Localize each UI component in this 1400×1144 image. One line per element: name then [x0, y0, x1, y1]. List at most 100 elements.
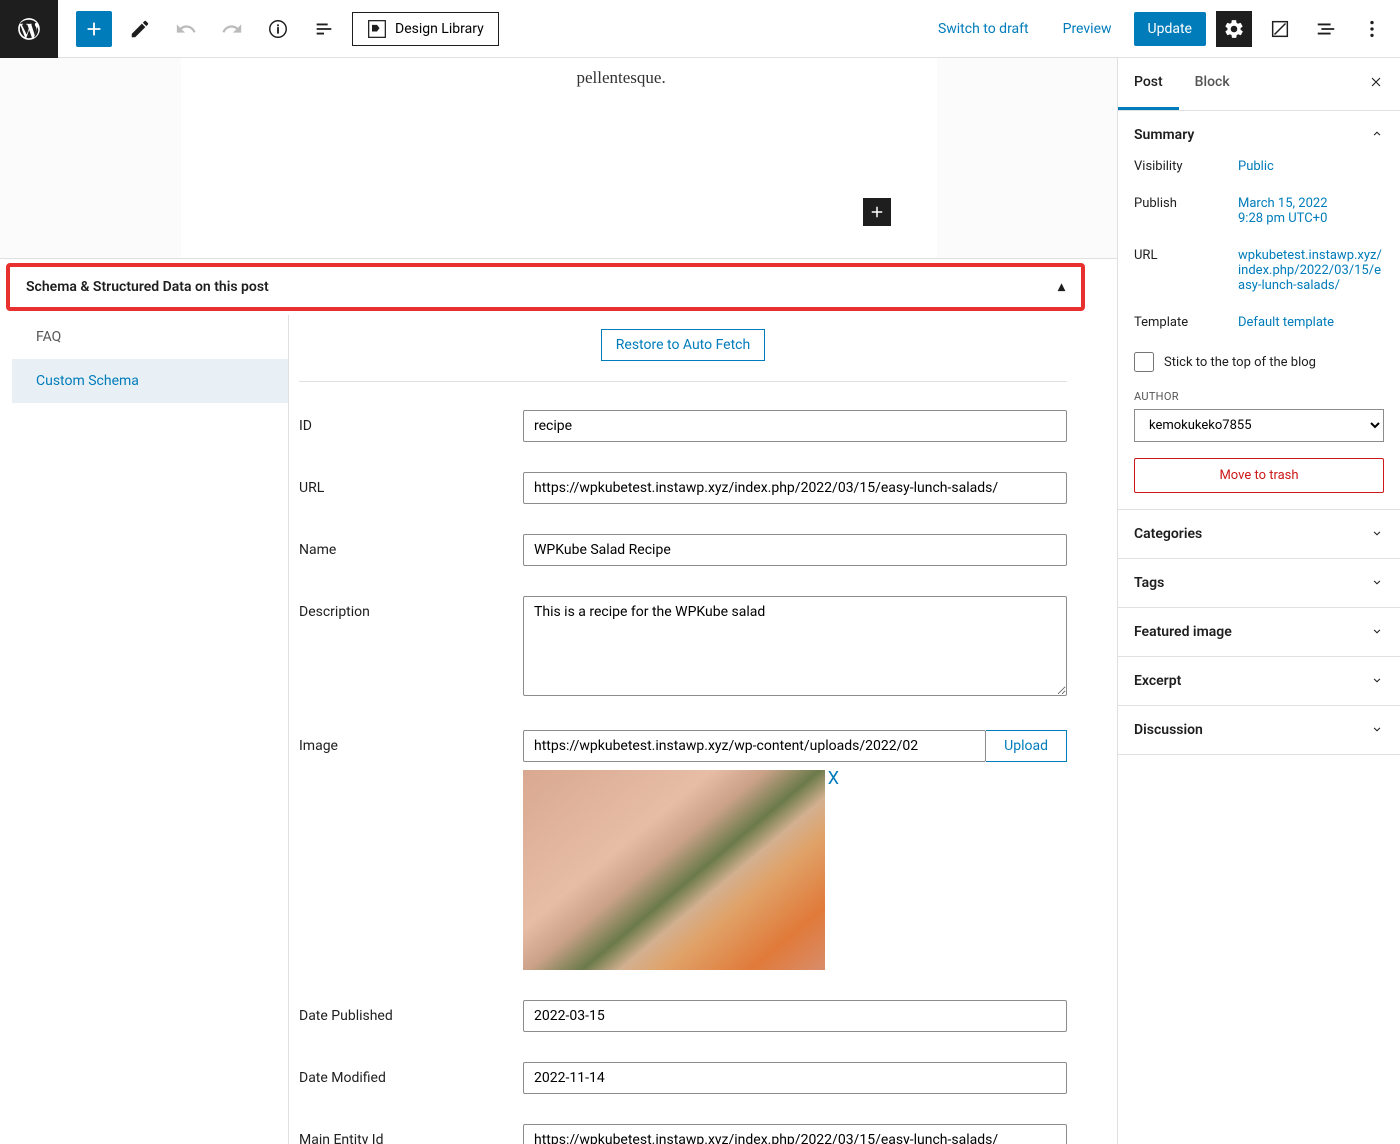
chevron-down-icon: [1370, 722, 1384, 736]
move-to-trash-button[interactable]: Move to trash: [1134, 458, 1384, 493]
url-label: URL: [299, 472, 523, 496]
image-label: Image: [299, 730, 523, 754]
date-published-input[interactable]: [523, 1000, 1067, 1032]
categories-panel[interactable]: Categories: [1118, 510, 1400, 558]
id-label: ID: [299, 410, 523, 434]
add-block-button[interactable]: [76, 11, 112, 47]
sp-button[interactable]: [1308, 11, 1344, 47]
more-menu-button[interactable]: [1354, 11, 1390, 47]
date-modified-label: Date Modified: [299, 1062, 523, 1086]
close-sidebar-button[interactable]: [1352, 58, 1400, 110]
plus-icon: [868, 203, 886, 221]
edit-button[interactable]: [122, 11, 158, 47]
entity-label: Main Entity Id: [299, 1124, 523, 1144]
undo-button[interactable]: [168, 11, 204, 47]
gear-icon: [1223, 18, 1245, 40]
append-block-button[interactable]: [863, 198, 891, 226]
chevron-up-icon: [1370, 127, 1384, 141]
jetpack-button[interactable]: [1262, 11, 1298, 47]
schema-title: Schema & Structured Data on this post: [26, 279, 269, 295]
image-preview: X: [523, 770, 825, 970]
library-icon: [367, 19, 387, 39]
toolbar-left: Design Library: [10, 0, 499, 58]
tab-post[interactable]: Post: [1118, 58, 1179, 110]
description-textarea[interactable]: [523, 596, 1067, 696]
image-input[interactable]: [523, 730, 986, 762]
chevron-down-icon: [1370, 575, 1384, 589]
summary-panel: Summary VisibilityPublic PublishMarch 15…: [1118, 111, 1400, 510]
upload-button[interactable]: Upload: [986, 730, 1067, 762]
schema-metabox: Schema & Structured Data on this post ▴ …: [0, 258, 1117, 1144]
summary-header[interactable]: Summary: [1118, 111, 1400, 159]
entity-input[interactable]: [523, 1124, 1067, 1144]
wordpress-icon: [16, 16, 42, 42]
content-preview: pellentesque.: [181, 58, 937, 258]
settings-toggle[interactable]: [1216, 11, 1252, 47]
wordpress-logo[interactable]: [0, 0, 58, 58]
restore-button[interactable]: Restore to Auto Fetch: [601, 329, 765, 361]
author-select[interactable]: kemokukeko7855: [1134, 409, 1384, 442]
remove-image-button[interactable]: X: [828, 768, 839, 789]
rect-icon: [1269, 18, 1291, 40]
summary-body: VisibilityPublic PublishMarch 15, 20229:…: [1118, 159, 1400, 509]
schema-tab-faq[interactable]: FAQ: [12, 315, 288, 359]
design-library-button[interactable]: Design Library: [352, 12, 499, 46]
plus-icon: [83, 18, 105, 40]
schema-content: Restore to Auto Fetch ID URL Name Descri…: [288, 315, 1117, 1144]
info-icon: [267, 18, 289, 40]
schema-tab-custom[interactable]: Custom Schema: [12, 359, 288, 403]
excerpt-panel[interactable]: Excerpt: [1118, 657, 1400, 705]
stick-row: Stick to the top of the blog: [1134, 352, 1384, 372]
author-label: AUTHOR: [1134, 390, 1384, 403]
document-outline-button[interactable]: [306, 11, 342, 47]
sidebar-tabs: Post Block: [1118, 58, 1400, 111]
summary-title: Summary: [1134, 127, 1194, 143]
name-input[interactable]: [523, 534, 1067, 566]
tab-block[interactable]: Block: [1179, 58, 1246, 110]
pencil-icon: [129, 18, 151, 40]
editor-column: pellentesque. Schema & Structured Data o…: [0, 58, 1117, 1144]
schema-body: FAQ Custom Schema Restore to Auto Fetch …: [0, 315, 1117, 1144]
toolbar-right: Switch to draft Preview Update: [926, 11, 1390, 47]
template-value[interactable]: Default template: [1238, 315, 1384, 330]
redo-button[interactable]: [214, 11, 250, 47]
discussion-panel[interactable]: Discussion: [1118, 706, 1400, 754]
date-modified-input[interactable]: [523, 1062, 1067, 1094]
update-button[interactable]: Update: [1134, 12, 1206, 46]
main: pellentesque. Schema & Structured Data o…: [0, 58, 1400, 1144]
url-input[interactable]: [523, 472, 1067, 504]
publish-label: Publish: [1134, 196, 1238, 226]
stick-checkbox[interactable]: [1134, 352, 1154, 372]
visibility-value[interactable]: Public: [1238, 159, 1384, 174]
undo-icon: [175, 18, 197, 40]
visibility-label: Visibility: [1134, 159, 1238, 174]
details-button[interactable]: [260, 11, 296, 47]
more-icon: [1361, 18, 1383, 40]
publish-value[interactable]: March 15, 20229:28 pm UTC+0: [1238, 196, 1384, 226]
featured-image-panel[interactable]: Featured image: [1118, 608, 1400, 656]
design-library-label: Design Library: [395, 21, 484, 37]
restore-row: Restore to Auto Fetch: [299, 329, 1067, 361]
template-label: Template: [1134, 315, 1238, 330]
url-value[interactable]: wpkubetest.instawp.xyz/index.php/2022/03…: [1238, 248, 1384, 293]
schema-sidebar: FAQ Custom Schema: [0, 315, 288, 1144]
date-published-label: Date Published: [299, 1000, 523, 1024]
switch-to-draft-button[interactable]: Switch to draft: [926, 13, 1041, 45]
tags-panel[interactable]: Tags: [1118, 559, 1400, 607]
redo-icon: [221, 18, 243, 40]
desc-label: Description: [299, 596, 523, 620]
preview-button[interactable]: Preview: [1051, 13, 1124, 45]
post-content-text[interactable]: pellentesque.: [577, 68, 937, 88]
settings-sidebar: Post Block Summary VisibilityPublic Publ…: [1117, 58, 1400, 1144]
top-toolbar: Design Library Switch to draft Preview U…: [0, 0, 1400, 58]
schema-metabox-header[interactable]: Schema & Structured Data on this post ▴: [6, 263, 1085, 311]
stack-icon: [1315, 18, 1337, 40]
divider: [299, 381, 1067, 382]
chevron-down-icon: [1370, 526, 1384, 540]
chevron-down-icon: [1370, 624, 1384, 638]
stick-label: Stick to the top of the blog: [1164, 355, 1316, 370]
close-icon: [1368, 74, 1384, 90]
chevron-down-icon: [1370, 673, 1384, 687]
list-icon: [313, 18, 335, 40]
id-input[interactable]: [523, 410, 1067, 442]
